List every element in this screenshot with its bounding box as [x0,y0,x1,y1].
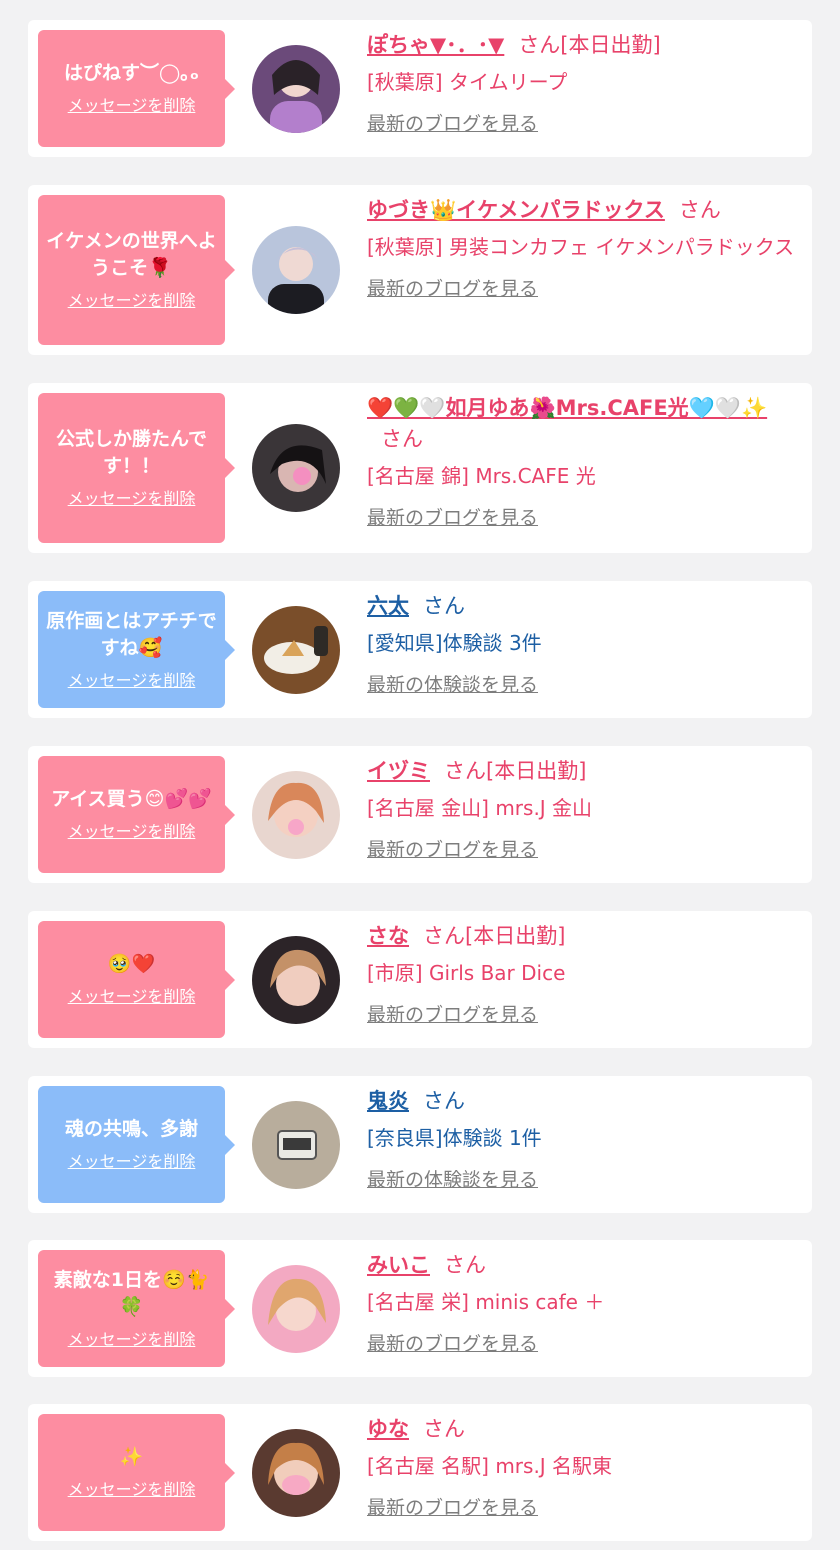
message-text: 公式しか勝たんです！！ [55,428,208,477]
shop-text: [秋葉原] タイムリープ [367,70,568,94]
user-name-link[interactable]: 六太 [367,594,409,618]
list-item: 公式しか勝たんです！！ メッセージを削除 ❤️💚🤍如月ゆあ🌺Mrs.CAFE光🩵… [28,383,812,553]
list-item: 原作画とはアチチですね🥰 メッセージを削除 六太 さん [愛知県]体験談 3件 最… [28,581,812,718]
user-suffix: さん[本日出勤] [444,759,587,783]
latest-blog-link[interactable]: 最新のブログを見る [367,1329,538,1356]
list-item: 素敵な1日を☺️🐈🍀 メッセージを削除 みいこ さん [名古屋 栄] minis … [28,1240,812,1377]
delete-message-link[interactable]: メッセージを削除 [68,821,196,843]
avatar[interactable] [252,1429,340,1517]
shop-text: [秋葉原] 男装コンカフェ イケメンパラドックス [367,235,795,259]
user-name-link[interactable]: さな [367,924,409,948]
user-suffix: さん [423,1417,465,1441]
delete-message-link[interactable]: メッセージを削除 [68,670,196,692]
message-text: 素敵な1日を☺️🐈🍀 [53,1268,210,1318]
list-item: 🥹❤️ メッセージを削除 さな さん[本日出勤] [市原] Girls Bar D… [28,911,812,1048]
user-suffix: さん [423,1089,465,1113]
message-text: 魂の共鳴、多謝 [64,1118,198,1140]
message-text: イケメンの世界へようこそ🌹 [46,230,217,279]
avatar[interactable] [252,226,340,314]
user-suffix: さん [444,1253,486,1277]
entry-info: ゆな さん [名古屋 名駅] mrs.J 名駅東 最新のブログを見る [367,1414,797,1520]
delete-message-link[interactable]: メッセージを削除 [68,290,196,312]
shop-text: [名古屋 名駅] mrs.J 名駅東 [367,1454,613,1478]
message-bubble: アイス買う😊💕💕 メッセージを削除 [38,756,235,873]
list-item: はぴねす︶◯｡ₒ メッセージを削除 ぽちゃ▼･．･▼ さん[本日出勤] [秋葉原]… [28,20,812,157]
user-name-link[interactable]: ❤️💚🤍如月ゆあ🌺Mrs.CAFE光🩵🤍✨ [367,396,767,420]
delete-message-link[interactable]: メッセージを削除 [68,488,196,510]
list-item: 魂の共鳴、多謝 メッセージを削除 鬼炎 さん [奈良県]体験談 1件 最新の体験談… [28,1076,812,1213]
latest-blog-link[interactable]: 最新のブログを見る [367,503,538,530]
latest-report-link[interactable]: 最新の体験談を見る [367,1165,538,1192]
user-name-link[interactable]: ぽちゃ▼･．･▼ [367,33,504,57]
latest-report-link[interactable]: 最新の体験談を見る [367,670,538,697]
user-name-link[interactable]: みいこ [367,1253,430,1277]
shop-text: [名古屋 栄] minis cafe ＋ [367,1290,605,1314]
list-item: イケメンの世界へようこそ🌹 メッセージを削除 ゆづき👑イケメンパラドックス さん … [28,185,812,355]
user-name-link[interactable]: ゆな [367,1417,409,1441]
user-suffix: さん [381,427,423,451]
message-bubble: ✨ メッセージを削除 [38,1414,235,1531]
list-item: ✨ メッセージを削除 ゆな さん [名古屋 名駅] mrs.J 名駅東 最新のブロ… [28,1404,812,1541]
message-text: はぴねす︶◯｡ₒ [63,62,200,84]
latest-blog-link[interactable]: 最新のブログを見る [367,274,538,301]
message-text: 原作画とはアチチですね🥰 [46,609,217,659]
delete-message-link[interactable]: メッセージを削除 [68,986,196,1008]
message-bubble: 🥹❤️ メッセージを削除 [38,921,235,1038]
avatar[interactable] [252,424,340,512]
message-bubble: 公式しか勝たんです！！ メッセージを削除 [38,393,235,543]
latest-blog-link[interactable]: 最新のブログを見る [367,109,538,136]
entry-info: さな さん[本日出勤] [市原] Girls Bar Dice 最新のブログを見る [367,921,797,1027]
entry-info: 六太 さん [愛知県]体験談 3件 最新の体験談を見る [367,591,797,697]
entry-info: ぽちゃ▼･．･▼ さん[本日出勤] [秋葉原] タイムリープ 最新のブログを見る [367,30,797,136]
message-bubble: 魂の共鳴、多謝 メッセージを削除 [38,1086,235,1203]
message-text: ✨ [119,1446,144,1468]
entry-info: みいこ さん [名古屋 栄] minis cafe ＋ 最新のブログを見る [367,1250,797,1356]
entry-info: イヅミ さん[本日出勤] [名古屋 金山] mrs.J 金山 最新のブログを見る [367,756,797,862]
avatar[interactable] [252,936,340,1024]
avatar[interactable] [252,1265,340,1353]
shop-text: [奈良県]体験談 1件 [367,1126,542,1150]
entry-info: 鬼炎 さん [奈良県]体験談 1件 最新の体験談を見る [367,1086,797,1192]
user-suffix: さん[本日出勤] [518,33,661,57]
entry-info: ❤️💚🤍如月ゆあ🌺Mrs.CAFE光🩵🤍✨ さん [名古屋 錦] Mrs.CAFE… [367,393,797,530]
delete-message-link[interactable]: メッセージを削除 [68,1151,196,1173]
user-name-link[interactable]: 鬼炎 [367,1089,409,1113]
message-text: 🥹❤️ [107,953,156,975]
message-bubble: はぴねす︶◯｡ₒ メッセージを削除 [38,30,235,147]
delete-message-link[interactable]: メッセージを削除 [68,95,196,117]
delete-message-link[interactable]: メッセージを削除 [68,1479,196,1501]
avatar[interactable] [252,1101,340,1189]
delete-message-link[interactable]: メッセージを削除 [68,1329,196,1351]
avatar[interactable] [252,45,340,133]
latest-blog-link[interactable]: 最新のブログを見る [367,1000,538,1027]
shop-text: [名古屋 金山] mrs.J 金山 [367,796,593,820]
avatar[interactable] [252,606,340,694]
entry-info: ゆづき👑イケメンパラドックス さん [秋葉原] 男装コンカフェ イケメンパラドック… [367,195,797,301]
message-text: アイス買う😊💕💕 [51,788,212,810]
shop-text: [市原] Girls Bar Dice [367,961,566,985]
user-suffix: さん[本日出勤] [423,924,566,948]
shop-text: [名古屋 錦] Mrs.CAFE 光 [367,464,596,488]
message-bubble: 原作画とはアチチですね🥰 メッセージを削除 [38,591,235,708]
message-bubble: イケメンの世界へようこそ🌹 メッセージを削除 [38,195,235,345]
user-name-link[interactable]: ゆづき👑イケメンパラドックス [367,198,665,222]
user-suffix: さん [423,594,465,618]
latest-blog-link[interactable]: 最新のブログを見る [367,835,538,862]
list-item: アイス買う😊💕💕 メッセージを削除 イヅミ さん[本日出勤] [名古屋 金山] m… [28,746,812,883]
latest-blog-link[interactable]: 最新のブログを見る [367,1493,538,1520]
user-name-link[interactable]: イヅミ [367,759,430,783]
avatar[interactable] [252,771,340,859]
user-suffix: さん [678,198,721,222]
shop-text: [愛知県]体験談 3件 [367,631,542,655]
message-bubble: 素敵な1日を☺️🐈🍀 メッセージを削除 [38,1250,235,1367]
